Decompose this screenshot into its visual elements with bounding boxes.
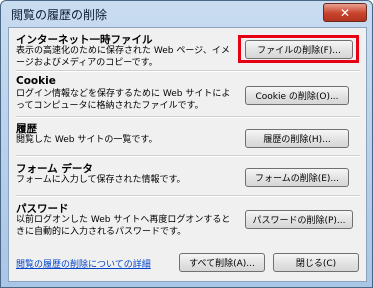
dialog-title: 閲覧の履歴の削除 [11,8,108,22]
separator [16,70,360,72]
delete-forms-button[interactable]: フォームの削除(E)... [245,168,349,187]
separator [16,155,360,157]
highlight-box [238,35,359,63]
section-description: 閲覧した Web サイトの一覧です。 [16,135,158,145]
delete-history-button[interactable]: 履歴の削除(H)... [245,129,349,148]
close-button[interactable]: 閉じる(C) [273,253,359,272]
close-icon: ✕ [339,5,351,20]
section-title: Cookie [16,75,56,87]
delete-all-button[interactable]: すべて削除(A)... [179,253,265,272]
help-link[interactable]: 閲覧の履歴の削除についての詳細 [16,257,151,270]
delete-passwords-button[interactable]: パスワードの削除(P)... [245,210,353,229]
separator [16,195,360,197]
close-window-button[interactable]: ✕ [323,3,367,22]
separator [16,116,360,118]
dialog-content: インターネット一時ファイル 表示の高速化のために保存された Web ページ、イメ… [8,27,367,282]
section-description: ログイン情報などを保存するために Web サイトによってコンピュータに格納された… [16,89,231,111]
title-bar[interactable]: 閲覧の履歴の削除 ✕ [1,1,372,25]
section-description: 表示の高速化のために保存された Web ページ、イメージおよびメディアのコピーで… [16,46,230,68]
section-description: フォームに入力して保存された情報です。 [16,175,186,185]
section-description: 以前ログオンした Web サイトへ再度ログオンするときに自動的に入力されるパスワ… [16,215,231,237]
delete-browsing-history-dialog: 閲覧の履歴の削除 ✕ インターネット一時ファイル 表示の高速化のために保存された… [0,0,373,288]
delete-cookies-button[interactable]: Cookie の削除(O)... [245,86,349,105]
